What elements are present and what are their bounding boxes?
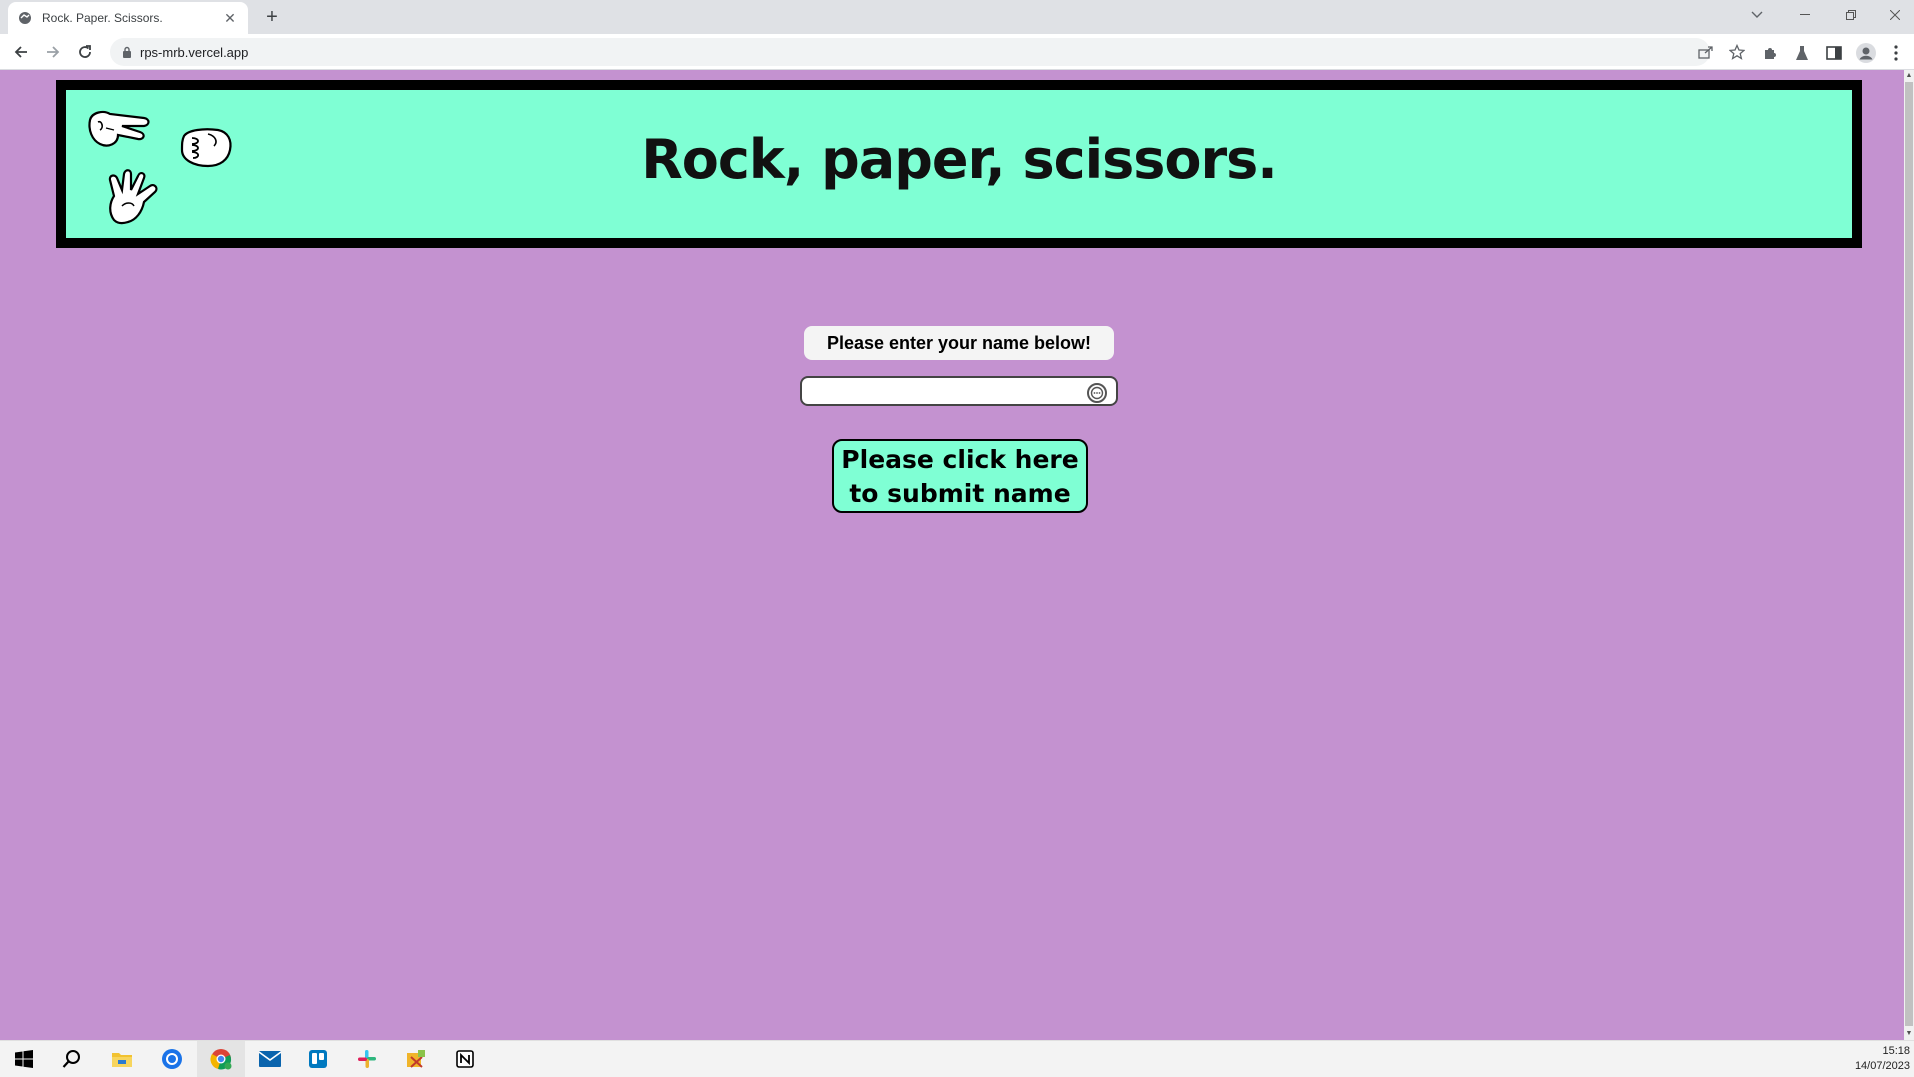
start-icon[interactable] [0, 1041, 48, 1077]
page-title: Rock, paper, scissors. [641, 128, 1278, 191]
chrome-icon[interactable] [148, 1041, 196, 1077]
star-icon[interactable] [1727, 44, 1747, 60]
address-bar[interactable]: rps-mrb.vercel.app [110, 38, 1745, 66]
tab-strip: Rock. Paper. Scissors. ✕ + [0, 0, 1914, 34]
labs-icon[interactable] [1792, 43, 1812, 63]
back-icon[interactable] [8, 39, 34, 65]
sidepanel-icon[interactable] [1824, 43, 1844, 63]
system-clock[interactable]: 15:18 14/07/2023 [1855, 1044, 1910, 1074]
submit-name-button[interactable]: Please click here to submit name [832, 439, 1088, 513]
site-favicon-icon [18, 11, 32, 25]
close-window-icon[interactable] [1872, 0, 1914, 30]
scrollbar-thumb[interactable] [1905, 82, 1913, 1026]
forward-icon[interactable] [40, 39, 66, 65]
browser-tab[interactable]: Rock. Paper. Scissors. ✕ [8, 2, 248, 34]
new-tab-button[interactable]: + [260, 5, 284, 29]
lock-icon[interactable] [122, 46, 132, 58]
name-prompt-label: Please enter your name below! [804, 326, 1114, 360]
url-text: rps-mrb.vercel.app [140, 44, 249, 60]
scroll-down-icon[interactable]: ▼ [1904, 1029, 1914, 1039]
taskbar: 15:18 14/07/2023 [0, 1040, 1914, 1077]
reload-icon[interactable] [72, 39, 98, 65]
tab-title: Rock. Paper. Scissors. [42, 11, 163, 25]
share-icon[interactable] [1696, 44, 1716, 60]
notion-icon[interactable] [441, 1041, 489, 1077]
file-explorer-icon[interactable] [98, 1041, 146, 1077]
app-icon[interactable] [392, 1041, 440, 1077]
tab-search-icon[interactable] [1734, 0, 1780, 30]
profile-icon[interactable] [1856, 43, 1876, 63]
mail-icon[interactable] [246, 1041, 294, 1077]
clock-date: 14/07/2023 [1854, 1060, 1910, 1072]
chrome-profile-icon[interactable] [197, 1041, 245, 1077]
tab-close-icon[interactable]: ✕ [222, 10, 238, 27]
extensions-icon[interactable] [1760, 43, 1780, 63]
clock-time: 15:18 [1882, 1045, 1910, 1057]
page-body: Rock, paper, scissors. Please enter your… [0, 70, 1904, 1040]
password-manager-icon[interactable] [1086, 382, 1108, 404]
slack-icon[interactable] [343, 1041, 391, 1077]
page-scrollbar[interactable]: ▲ ▼ [1904, 70, 1914, 1040]
scroll-up-icon[interactable]: ▲ [1904, 71, 1914, 81]
minimize-icon[interactable] [1782, 0, 1828, 30]
search-icon[interactable] [48, 1041, 96, 1077]
menu-icon[interactable] [1886, 43, 1906, 63]
header-banner: Rock, paper, scissors. [56, 80, 1862, 248]
trello-icon[interactable] [294, 1041, 342, 1077]
restore-icon[interactable] [1828, 0, 1874, 30]
browser-toolbar: rps-mrb.vercel.app [0, 34, 1914, 70]
name-input[interactable] [800, 376, 1118, 406]
